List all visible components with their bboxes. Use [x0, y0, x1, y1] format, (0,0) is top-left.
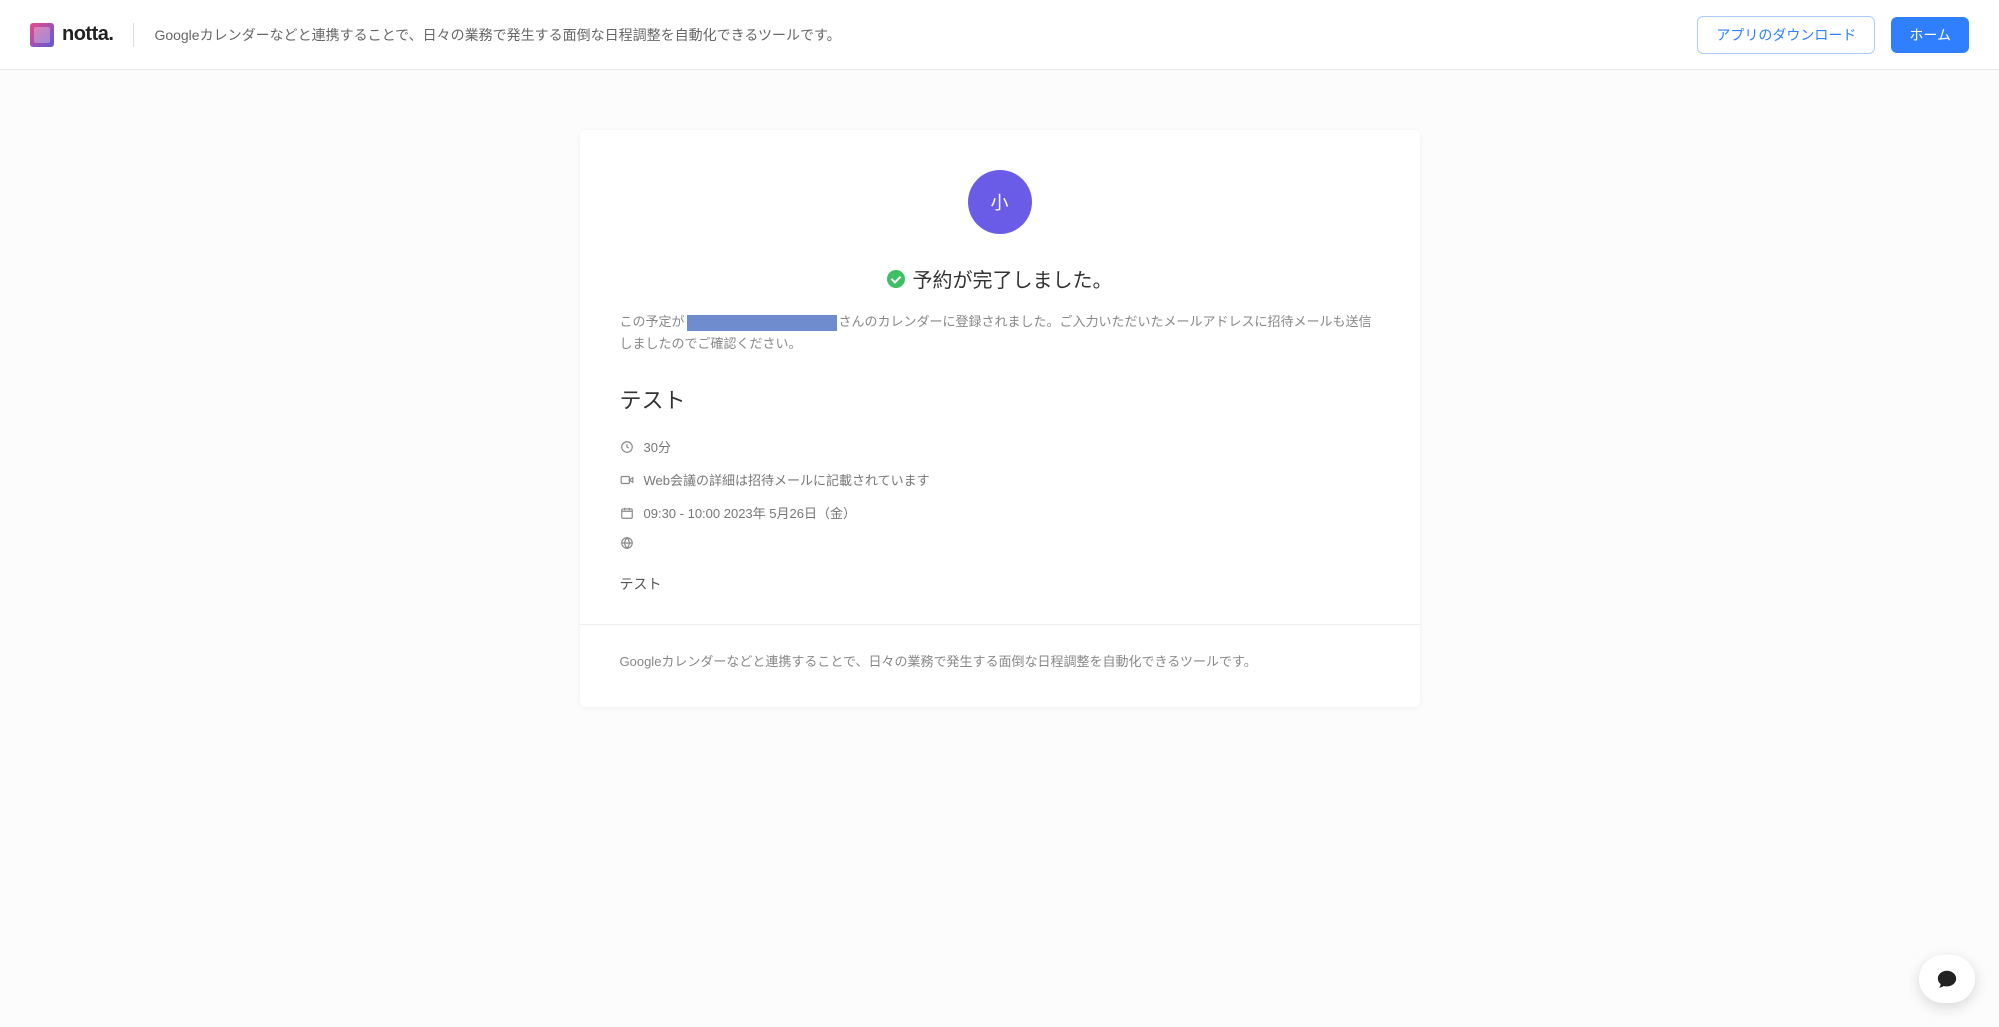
note-text: テスト: [620, 574, 1380, 594]
logo-icon: [30, 23, 54, 47]
chat-widget-button[interactable]: [1919, 955, 1975, 1003]
header-right: アプリのダウンロード ホーム: [1697, 16, 1969, 54]
main-content: 小 予約が完了しました。 この予定がさんのカレンダーに登録されました。ご入力いた…: [0, 70, 1999, 767]
meeting-row: Web会議の詳細は招待メールに記載されています: [620, 470, 1380, 489]
subtitle-prefix: この予定が: [620, 314, 685, 329]
datetime-row: 09:30 - 10:00 2023年 5月26日（金）: [620, 503, 1380, 522]
home-button[interactable]: ホーム: [1891, 17, 1969, 53]
meeting-info-text: Web会議の詳細は招待メールに記載されています: [644, 470, 930, 489]
card-body: 小 予約が完了しました。 この予定がさんのカレンダーに登録されました。ご入力いた…: [580, 130, 1420, 624]
redacted-name: [687, 315, 837, 331]
confirmation-card: 小 予約が完了しました。 この予定がさんのカレンダーに登録されました。ご入力いた…: [580, 130, 1420, 707]
duration-row: 30分: [620, 437, 1380, 456]
chat-bubble-icon: [1935, 968, 1959, 990]
video-icon: [620, 473, 634, 487]
confirmation-subtitle: この予定がさんのカレンダーに登録されました。ご入力いただいたメールアドレスに招待…: [620, 311, 1380, 355]
clock-icon: [620, 440, 634, 454]
calendar-icon: [620, 506, 634, 520]
check-circle-icon: [887, 270, 905, 288]
success-row: 予約が完了しました。: [620, 264, 1380, 293]
success-title: 予約が完了しました。: [913, 264, 1113, 293]
header-tagline: Googleカレンダーなどと連携することで、日々の業務で発生する面倒な日程調整を…: [154, 25, 840, 45]
footer-text: Googleカレンダーなどと連携することで、日々の業務で発生する面倒な日程調整を…: [620, 651, 1380, 673]
duration-text: 30分: [644, 437, 671, 456]
card-footer: Googleカレンダーなどと連携することで、日々の業務で発生する面倒な日程調整を…: [580, 624, 1420, 707]
datetime-text: 09:30 - 10:00 2023年 5月26日（金）: [644, 503, 856, 522]
globe-row: [620, 536, 1380, 550]
download-app-button[interactable]: アプリのダウンロード: [1697, 16, 1875, 54]
logo[interactable]: notta.: [30, 23, 113, 47]
app-header: notta. Googleカレンダーなどと連携することで、日々の業務で発生する面…: [0, 0, 1999, 70]
header-left: notta. Googleカレンダーなどと連携することで、日々の業務で発生する面…: [30, 23, 841, 47]
logo-text: notta.: [62, 23, 113, 46]
header-divider: [133, 23, 134, 47]
organizer-avatar: 小: [968, 170, 1032, 234]
globe-icon: [620, 536, 634, 550]
event-title: テスト: [620, 383, 1380, 415]
